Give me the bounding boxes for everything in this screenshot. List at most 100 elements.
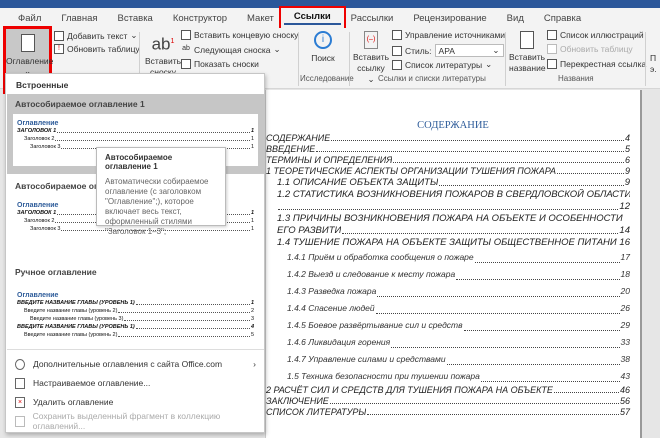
toc-entry[interactable]: 1.4.7 Управление силами и средствами 38 bbox=[266, 351, 640, 368]
document-page[interactable]: СОДЕРЖАНИЕ СОДЕРЖАНИЕ 4 ВВЕДЕНИЕ 5 ТЕРМИНЫ И… bbox=[265, 90, 642, 438]
toc-entry-page: 57 bbox=[619, 407, 630, 417]
tab-references[interactable]: Ссылки bbox=[278, 6, 346, 30]
remove-toc-label: Удалить оглавление bbox=[33, 397, 114, 407]
tab-design[interactable]: Конструктор bbox=[163, 13, 237, 24]
toc-entry[interactable]: 1.4.4 Спасение людей 26 bbox=[266, 300, 640, 317]
toc-entry-text: 1.5 Техника безопасности при тушении пож… bbox=[287, 371, 480, 381]
style-icon bbox=[392, 45, 402, 56]
custom-toc-item[interactable]: Настраиваемое оглавление... bbox=[7, 373, 264, 393]
toc-entry[interactable]: 1.4.6 Ликвидация горения 33 bbox=[266, 334, 640, 351]
next-footnote-label: Следующая сноска bbox=[194, 44, 271, 55]
truncated-button[interactable]: Пэ. bbox=[650, 53, 660, 75]
toc-entry[interactable]: 1.1 ОПИСАНИЕ ОБЪЕКТА ЗАЩИТЫ 9 bbox=[266, 177, 640, 189]
preview-heading: Оглавление bbox=[17, 120, 59, 127]
toc-entries: СОДЕРЖАНИЕ 4 ВВЕДЕНИЕ 5 ТЕРМИНЫ И ОПРЕДЕЛЕНИ… bbox=[266, 133, 640, 418]
preview-line-page: 3 bbox=[250, 316, 254, 322]
toc-entry[interactable]: 1 ТЕОРЕТИЧЕСКИЕ АСПЕКТЫ ОРГАНИЗАЦИИ ТУШЕ… bbox=[266, 166, 640, 177]
preview-line: Введите название главы (уровень 3) 3 bbox=[17, 315, 254, 323]
insert-caption-button[interactable]: Вставить название bbox=[509, 31, 546, 74]
toc-label: Оглавление bbox=[6, 56, 54, 66]
toc-entry[interactable]: 1.2 СТАТИСТИКА ВОЗНИКНОВЕНИЯ ПОЖАРОВ В С… bbox=[266, 189, 640, 213]
insert-footnote-button[interactable]: ab1 Вставить сноску bbox=[143, 31, 183, 78]
toc-entry[interactable]: 1.4.3 Разведка пожара 20 bbox=[266, 283, 640, 300]
toc-entry-text: 1.4.4 Спасение людей bbox=[287, 303, 375, 313]
preview-line-page: 2 bbox=[250, 308, 254, 314]
bibliography-icon bbox=[392, 59, 402, 70]
next-footnote-button[interactable]: ab Следующая сноска ⌄ bbox=[181, 44, 281, 55]
tab-view[interactable]: Вид bbox=[497, 13, 534, 24]
dot-leader bbox=[278, 201, 619, 210]
style-value: APA bbox=[438, 45, 455, 56]
dot-leader bbox=[377, 283, 620, 297]
toc-entry[interactable]: 2 РАСЧЁТ СИЛ И СРЕДСТВ ДЛЯ ТУШЕНИЯ ПОЖАР… bbox=[266, 385, 640, 396]
bibliography-button[interactable]: Список литературы ⌄ bbox=[392, 59, 492, 70]
search-button[interactable]: i Поиск bbox=[303, 31, 343, 64]
tab-home[interactable]: Главная bbox=[51, 13, 107, 24]
tab-file[interactable]: Файл bbox=[8, 13, 51, 24]
toc-entry-text: 1 ТЕОРЕТИЧЕСКИЕ АСПЕКТЫ ОРГАНИЗАЦИИ ТУШЕ… bbox=[266, 166, 557, 176]
save-selection-label: Сохранить выделенный фрагмент в коллекци… bbox=[32, 411, 221, 431]
remove-toc-item[interactable]: × Удалить оглавление bbox=[7, 392, 264, 412]
insert-endnote-button[interactable]: Вставить концевую сноску bbox=[181, 30, 298, 40]
show-notes-button[interactable]: Показать сноски bbox=[181, 59, 259, 69]
cross-reference-button[interactable]: Перекрестная ссылка bbox=[547, 59, 646, 69]
toc-entry[interactable]: СОДЕРЖАНИЕ 4 bbox=[266, 133, 640, 144]
toc-entry[interactable]: 1.4 ТУШЕНИЕ ПОЖАРА НА ОБЪЕКТЕ ЗАЩИТЫ ОБЩ… bbox=[266, 237, 640, 249]
preview-h3: Заголовок 3 bbox=[30, 144, 61, 150]
toc-entry[interactable]: ТЕРМИНЫ И ОПРЕДЕЛЕНИЯ 6 bbox=[266, 155, 640, 166]
dot-leader bbox=[367, 407, 619, 415]
toc-entry-page: 9 bbox=[624, 166, 630, 176]
toc-entry-text: 2 РАСЧЁТ СИЛ И СРЕДСТВ ДЛЯ ТУШЕНИЯ ПОЖАР… bbox=[266, 385, 553, 395]
auto-toc-1-label: Автособираемое оглавление 1 bbox=[15, 99, 145, 109]
toc-entry[interactable]: 1.4.1 Приём и обработка сообщения о пожа… bbox=[266, 249, 640, 266]
toc-entry[interactable]: ВВЕДЕНИЕ 5 bbox=[266, 144, 640, 155]
more-tocs-office-item[interactable]: Дополнительные оглавления с сайта Office… bbox=[7, 354, 264, 374]
update-table-button[interactable]: ! Обновить таблицу bbox=[54, 44, 140, 54]
toc-entry-text: ТЕРМИНЫ И ОПРЕДЕЛЕНИЯ bbox=[266, 155, 393, 165]
toc-entry-text: 1.4.3 Разведка пожара bbox=[287, 286, 377, 296]
custom-toc-label: Настраиваемое оглавление... bbox=[33, 378, 151, 388]
manage-sources-button[interactable]: Управление источниками bbox=[392, 30, 505, 40]
toc-entry[interactable]: 1.4.2 Выезд и следование к месту пожара 1… bbox=[266, 266, 640, 283]
dot-leader bbox=[439, 177, 624, 186]
toc-entry-text: ЕГО РАЗВИТИ bbox=[277, 225, 342, 236]
gallery-manual-toc[interactable]: Ручное оглавление Оглавление ВВЕДИТЕ НАЗ… bbox=[7, 262, 264, 350]
manual-toc-label: Ручное оглавление bbox=[15, 267, 97, 277]
toc-entry[interactable]: 1.5 Техника безопасности при тушении пож… bbox=[266, 368, 640, 385]
next-footnote-icon: ab bbox=[182, 44, 190, 52]
style-dropdown[interactable]: APA ⌄ bbox=[434, 44, 504, 57]
dot-leader bbox=[456, 266, 620, 280]
dot-leader bbox=[557, 166, 624, 174]
table-of-figures-button[interactable]: Список иллюстраций bbox=[547, 30, 644, 40]
toc-entry-text: 1.2 СТАТИСТИКА ВОЗНИКНОВЕНИЯ ПОЖАРОВ В С… bbox=[277, 189, 630, 200]
tab-mailings[interactable]: Рассылки bbox=[341, 13, 404, 24]
search-icon: i bbox=[314, 31, 332, 49]
toc-entry-text: 1.4 ТУШЕНИЕ ПОЖАРА НА ОБЪЕКТЕ ЗАЩИТЫ ОБЩ… bbox=[277, 237, 618, 248]
preview-line-page: 1 bbox=[250, 300, 254, 306]
save-selection-item[interactable]: Сохранить выделенный фрагмент в коллекци… bbox=[7, 411, 264, 431]
captions-group-label: Названия bbox=[558, 74, 594, 83]
update-figures-table-button[interactable]: Обновить таблицу bbox=[547, 44, 633, 54]
toc-entry[interactable]: ЗАКЛЮЧЕНИЕ 56 bbox=[266, 396, 640, 407]
toc-entry[interactable]: СПИСОК ЛИТЕРАТУРЫ 57 bbox=[266, 407, 640, 418]
style-label: Стиль: bbox=[405, 45, 432, 56]
toc-entry[interactable]: 1.4.5 Боевое развёртывание сил и средств… bbox=[266, 317, 640, 334]
truncated-label: П bbox=[650, 53, 657, 63]
toc-entry[interactable]: ЕГО РАЗВИТИ 14 bbox=[266, 225, 640, 237]
insert-citation-label: Вставить bbox=[353, 52, 390, 62]
tab-layout[interactable]: Макет bbox=[237, 13, 284, 24]
toc-title: СОДЕРЖАНИЕ bbox=[417, 120, 489, 131]
tab-review[interactable]: Рецензирование bbox=[403, 13, 496, 24]
toc-entry-page: 14 bbox=[619, 225, 630, 236]
toc-entry-text: ВВЕДЕНИЕ bbox=[266, 144, 316, 154]
tab-insert[interactable]: Вставка bbox=[108, 13, 163, 24]
figures-icon bbox=[547, 30, 557, 40]
add-text-button[interactable]: Добавить текст ⌄ bbox=[54, 30, 138, 41]
divider bbox=[505, 32, 506, 86]
tab-help[interactable]: Справка bbox=[534, 13, 591, 24]
insert-endnote-label: Вставить концевую сноску bbox=[194, 30, 299, 40]
toc-entry-page: 26 bbox=[620, 303, 630, 313]
preview-line-page: 5 bbox=[250, 332, 254, 338]
toc-entry-page: 46 bbox=[619, 385, 630, 395]
insert-caption-label-2: название bbox=[509, 63, 546, 73]
